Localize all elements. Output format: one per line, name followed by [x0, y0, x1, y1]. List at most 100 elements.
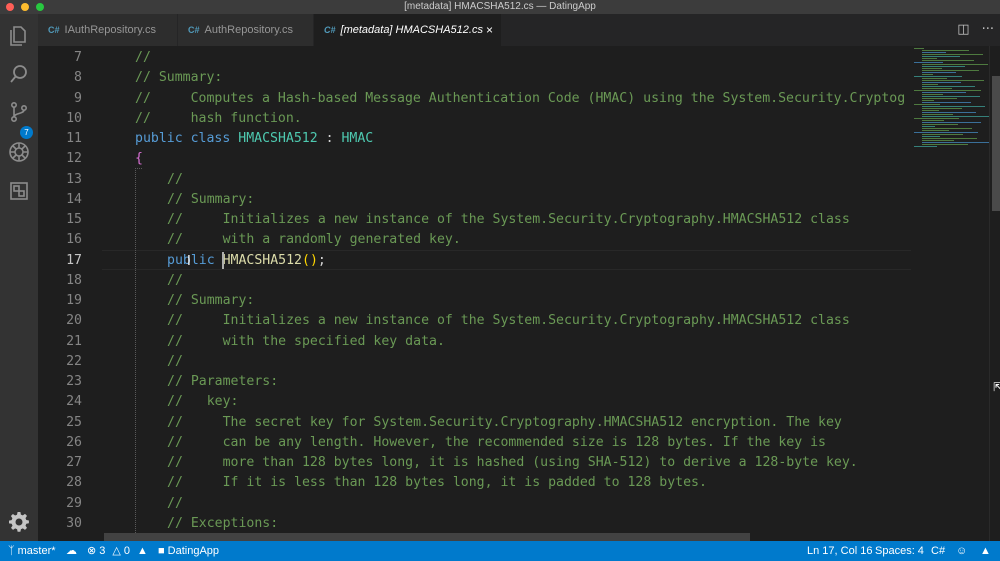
code-line[interactable]: 17 public HMACSHA512();	[38, 251, 911, 271]
minimap-line	[914, 146, 937, 147]
line-number: 18	[66, 272, 82, 288]
editor-tab-bar: C# IAuthRepository.cs C# AuthRepository.cs…	[38, 14, 1000, 46]
minimap-line	[922, 142, 991, 143]
line-number: 9	[74, 90, 82, 106]
minimap[interactable]	[911, 46, 991, 541]
minimap-line	[922, 66, 965, 67]
minimap-line	[922, 94, 943, 95]
code-line[interactable]: 26 // can be any length. However, the rec…	[38, 433, 911, 453]
code-line[interactable]: 23 // Parameters:	[38, 372, 911, 392]
code-text: // Summary:	[167, 293, 255, 308]
minimap-line	[914, 48, 924, 49]
code-line[interactable]: 28 // If it is less than 128 bytes long, …	[38, 473, 911, 493]
code-text: // more than 128 bytes long, it is hashe…	[167, 455, 858, 470]
minimap-line	[914, 132, 978, 133]
code-line[interactable]: 15 // Initializes a new instance of the S…	[38, 210, 911, 230]
line-number: 21	[66, 333, 82, 349]
code-line[interactable]: 14 // Summary:	[38, 190, 911, 210]
error-icon: ⊗	[87, 545, 97, 557]
more-actions-icon[interactable]: ···	[982, 22, 994, 37]
gear-icon[interactable]	[7, 510, 31, 534]
code-line[interactable]: 20 // Initializes a new instance of the S…	[38, 311, 911, 331]
vertical-scrollbar-thumb[interactable]	[992, 76, 1000, 211]
code-line[interactable]: 13 //	[38, 170, 911, 190]
vertical-scrollbar[interactable]	[989, 46, 1000, 541]
debug-icon[interactable]	[7, 140, 31, 164]
code-line[interactable]: 11 public class HMACSHA512 : HMAC	[38, 129, 911, 149]
minimap-line	[922, 74, 933, 75]
minimap-line	[922, 102, 971, 103]
code-text: // with the specified key data.	[167, 333, 445, 349]
flame-icon[interactable]: ▲	[137, 541, 148, 561]
minimap-line	[922, 110, 939, 111]
branch-icon: ᛉ	[8, 545, 15, 557]
code-line[interactable]: 24 // key:	[38, 392, 911, 412]
code-line[interactable]: 21 // with the specified key data.	[38, 332, 911, 352]
notifications-icon[interactable]: ▲	[980, 541, 991, 561]
language-mode[interactable]: C#	[931, 541, 945, 561]
line-number: 26	[66, 434, 82, 450]
minimap-line	[914, 62, 943, 63]
code-text: //	[167, 495, 183, 511]
status-bar: ᛉ master* ☁ ⊗ 3 △ 0 ▲ ■ DatingApp Ln 17, Col…	[0, 541, 1000, 561]
problems-indicator[interactable]: ⊗ 3 △ 0	[87, 541, 130, 561]
minimap-line	[922, 82, 961, 83]
indentation-setting[interactable]: Spaces: 4	[875, 541, 924, 561]
minimap-line	[922, 58, 937, 59]
code-line[interactable]: 16 // with a randomly generated key.	[38, 230, 911, 250]
code-text: //	[167, 353, 183, 369]
minimap-line	[922, 70, 979, 71]
code-text: // can be any length. However, the recom…	[167, 434, 826, 450]
line-number: 23	[66, 374, 82, 389]
cursor-position[interactable]: Ln 17, Col 16	[807, 541, 872, 561]
code-text: // Initializes a new instance of the Sys…	[167, 313, 850, 329]
editor-actions: ◫ ···	[945, 14, 994, 46]
extensions-icon[interactable]	[7, 179, 31, 203]
minimap-line	[922, 144, 968, 145]
split-editor-icon[interactable]: ◫	[957, 22, 969, 37]
code-editor[interactable]: 7 // 8 // Summary: 9 // Computes a Hash-based…	[38, 46, 911, 541]
code-text: // Summary:	[167, 191, 255, 207]
code-line[interactable]: 9 // Computes a Hash-based Message Authen…	[38, 89, 911, 109]
tab-label: [metadata] HMACSHA512.cs	[340, 24, 483, 36]
csharp-file-icon: C#	[324, 25, 336, 35]
close-tab-icon[interactable]: ×	[486, 14, 493, 46]
feedback-icon[interactable]: ☺	[956, 541, 967, 561]
code-line[interactable]: 29 //	[38, 494, 911, 514]
code-line[interactable]: 7 //	[38, 48, 911, 68]
project-indicator[interactable]: ■ DatingApp	[158, 541, 219, 561]
code-line[interactable]: 25 // The secret key for System.Security.…	[38, 413, 911, 433]
minimap-line	[922, 68, 942, 69]
code-text: {	[135, 151, 143, 167]
code-text: // Summary:	[135, 70, 223, 86]
minimap-line	[922, 138, 977, 139]
horizontal-scrollbar[interactable]	[104, 533, 750, 541]
line-number: 15	[66, 212, 82, 227]
source-control-icon[interactable]	[7, 100, 31, 124]
code-line[interactable]: 30 // Exceptions:	[38, 514, 911, 534]
tab-hmacsha512-metadata[interactable]: C# [metadata] HMACSHA512.cs ×	[314, 14, 502, 46]
branch-indicator[interactable]: ᛉ master*	[8, 541, 56, 561]
code-line[interactable]: 8 // Summary:	[38, 68, 911, 88]
minimap-line	[914, 118, 959, 119]
files-icon[interactable]	[7, 24, 31, 48]
line-number: 16	[66, 232, 82, 248]
code-line[interactable]: 12 {	[38, 149, 911, 169]
minimap-line	[922, 92, 966, 93]
code-line[interactable]: 22 //	[38, 352, 911, 372]
code-line[interactable]: 18 //	[38, 271, 911, 291]
sync-icon[interactable]: ☁	[66, 541, 77, 561]
code-line[interactable]: 10 // hash function.	[38, 109, 911, 129]
minimap-line	[922, 50, 969, 51]
tab-authrepository[interactable]: C# AuthRepository.cs	[178, 14, 314, 46]
code-text: // If it is less than 128 bytes long, it…	[167, 475, 707, 491]
code-text: public class HMACSHA512 : HMAC	[135, 131, 374, 146]
text-cursor	[222, 252, 224, 269]
minimap-line	[922, 106, 985, 107]
code-line[interactable]: 27 // more than 128 bytes long, it is has…	[38, 453, 911, 473]
search-icon[interactable]	[7, 62, 31, 86]
minimap-line	[922, 54, 983, 55]
minimap-line	[922, 134, 963, 135]
code-line[interactable]: 19 // Summary:	[38, 291, 911, 311]
tab-iauthrepository[interactable]: C# IAuthRepository.cs	[38, 14, 178, 46]
